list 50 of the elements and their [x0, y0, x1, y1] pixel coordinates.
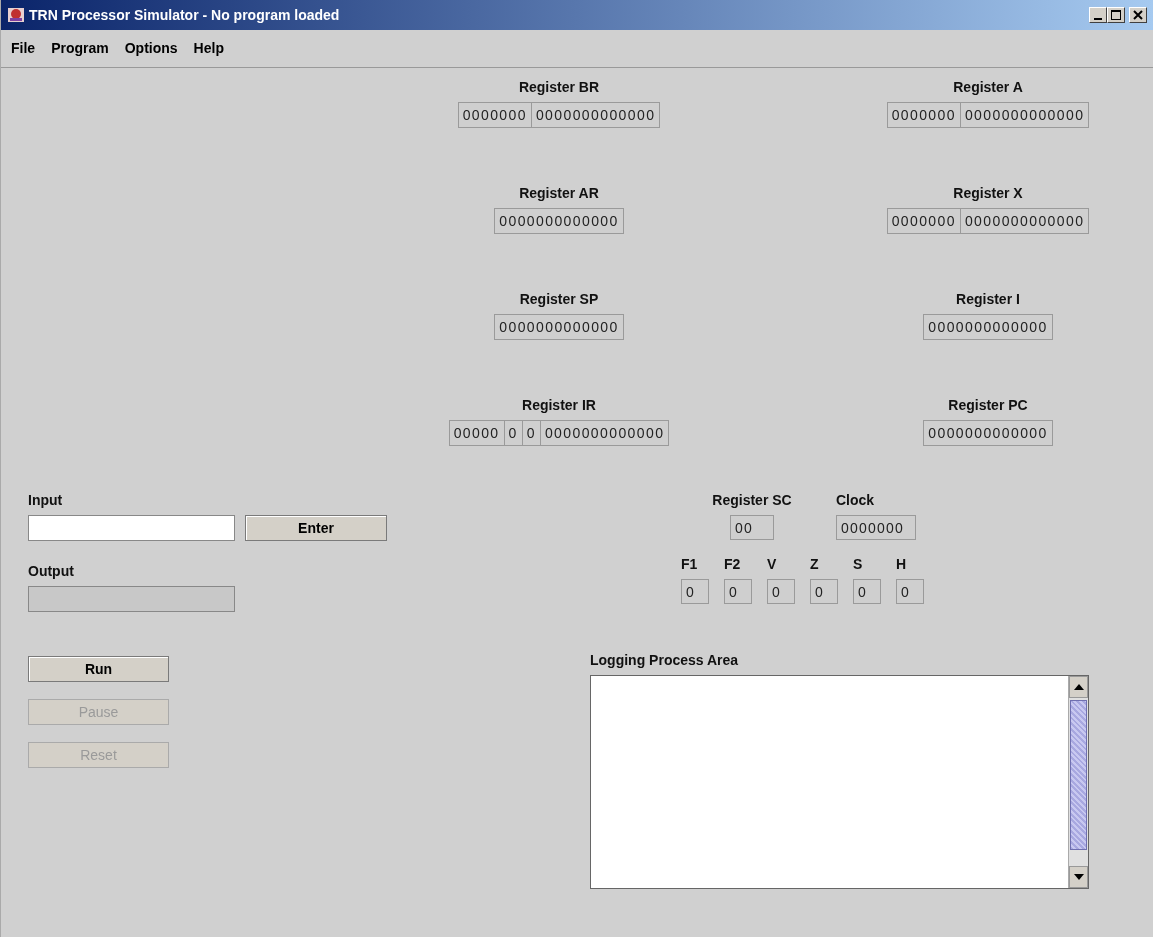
- control-button[interactable]: Run: [28, 656, 169, 682]
- flag-label: F2: [724, 555, 742, 574]
- flag-label: Z: [810, 555, 820, 574]
- clock-label: Clock: [836, 491, 876, 510]
- register-sc-label: Register SC: [712, 491, 792, 510]
- enter-button[interactable]: Enter: [245, 515, 387, 541]
- maximize-icon: [1111, 10, 1121, 20]
- scrollbar[interactable]: [1068, 676, 1088, 888]
- register-label: Register AR: [519, 184, 599, 203]
- maximize-button[interactable]: [1107, 7, 1125, 23]
- flag-field: 0: [767, 579, 795, 604]
- flag-label: H: [896, 555, 908, 574]
- flag-label: V: [767, 555, 778, 574]
- clock-field: 0000000: [836, 515, 916, 540]
- menu-item[interactable]: Program: [51, 38, 109, 59]
- menu-item[interactable]: File: [11, 38, 36, 59]
- menu-item[interactable]: Help: [193, 38, 224, 59]
- flag-field: 0: [681, 579, 709, 604]
- close-button[interactable]: [1129, 7, 1147, 23]
- menu-item[interactable]: Options: [124, 38, 178, 59]
- register-field: 0000000000000: [924, 421, 1052, 445]
- register-field: 0000000000000: [924, 315, 1052, 339]
- flag-field: 0: [853, 579, 881, 604]
- flag-field: 0: [896, 579, 924, 604]
- log-label: Logging Process Area: [590, 651, 740, 670]
- minimize-button[interactable]: [1089, 7, 1107, 23]
- register-label: Register X: [953, 184, 1023, 203]
- input-field[interactable]: [28, 515, 235, 541]
- flag-field: 0: [810, 579, 838, 604]
- input-label: Input: [28, 491, 64, 510]
- register-label: Register PC: [948, 396, 1028, 415]
- register-label: Register BR: [518, 78, 600, 97]
- minimize-icon: [1094, 17, 1102, 20]
- close-icon: [1133, 10, 1143, 20]
- output-label: Output: [28, 562, 75, 581]
- register-field: 0000000000000: [495, 315, 623, 339]
- register-label: Register IR: [522, 396, 596, 415]
- flag-label: F1: [681, 555, 699, 574]
- scrollbar-thumb[interactable]: [1070, 700, 1087, 850]
- register-sc-field: 00: [730, 515, 774, 540]
- register-label: Register I: [956, 290, 1020, 309]
- register-label: Register A: [953, 78, 1023, 97]
- scroll-up-icon[interactable]: [1069, 676, 1088, 698]
- flag-field: 0: [724, 579, 752, 604]
- scroll-down-icon[interactable]: [1069, 866, 1088, 888]
- register-field: 0000000000000: [495, 209, 623, 233]
- flag-label: S: [853, 555, 864, 574]
- app-icon: [7, 6, 25, 24]
- window-title: TRN Processor Simulator - No program loaded: [29, 5, 340, 25]
- register-label: Register SP: [519, 290, 599, 309]
